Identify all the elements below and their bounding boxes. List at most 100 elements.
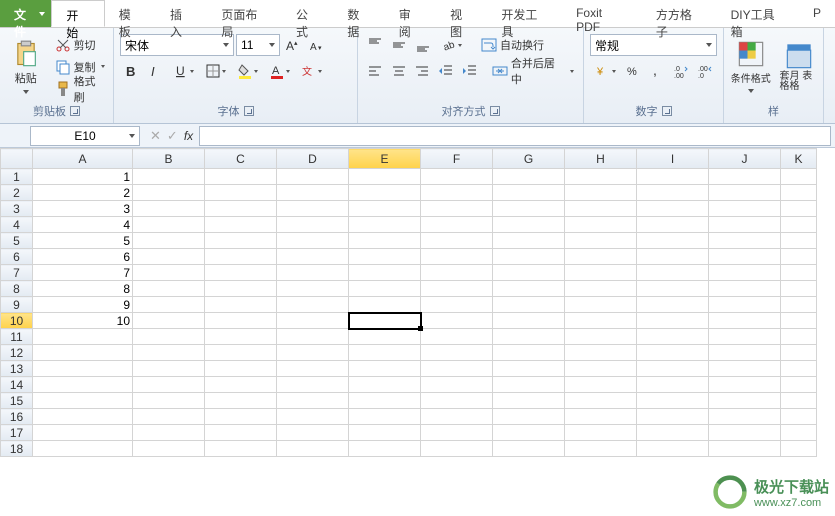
cell[interactable] (637, 201, 709, 217)
cell[interactable] (205, 313, 277, 329)
cell[interactable] (349, 409, 421, 425)
cell[interactable]: 9 (33, 297, 133, 313)
cell[interactable] (205, 265, 277, 281)
cell[interactable] (277, 345, 349, 361)
cell[interactable] (565, 361, 637, 377)
cell[interactable] (781, 281, 817, 297)
cell[interactable] (637, 265, 709, 281)
cell[interactable] (781, 249, 817, 265)
cell[interactable] (277, 217, 349, 233)
menu-insert[interactable]: 插入 (156, 0, 207, 27)
cell[interactable] (349, 233, 421, 249)
cell[interactable] (637, 393, 709, 409)
menu-template[interactable]: 模板 (105, 0, 156, 27)
merge-center-button[interactable]: 合并后居中 (489, 60, 577, 82)
cell[interactable] (33, 393, 133, 409)
cell[interactable]: 2 (33, 185, 133, 201)
column-header[interactable]: C (205, 149, 277, 169)
cell[interactable] (205, 425, 277, 441)
cell[interactable] (781, 329, 817, 345)
cell[interactable] (421, 297, 493, 313)
row-header[interactable]: 5 (1, 233, 33, 249)
row-header[interactable]: 12 (1, 345, 33, 361)
menu-diy[interactable]: DIY工具箱 (717, 0, 799, 27)
cell[interactable] (493, 377, 565, 393)
cell[interactable] (565, 169, 637, 185)
format-table-button[interactable]: 套月 表格格 (779, 32, 819, 102)
cell[interactable] (781, 297, 817, 313)
cell[interactable] (781, 441, 817, 457)
cell[interactable] (637, 425, 709, 441)
row-header[interactable]: 15 (1, 393, 33, 409)
cell[interactable] (781, 217, 817, 233)
cell[interactable] (33, 345, 133, 361)
cell[interactable] (205, 345, 277, 361)
row-header[interactable]: 17 (1, 425, 33, 441)
cell[interactable] (565, 377, 637, 393)
cell[interactable] (277, 329, 349, 345)
cell[interactable] (133, 217, 205, 233)
cell[interactable] (421, 265, 493, 281)
cell[interactable] (637, 361, 709, 377)
cell[interactable] (781, 233, 817, 249)
cell[interactable] (709, 425, 781, 441)
cell[interactable] (33, 329, 133, 345)
cell[interactable] (205, 249, 277, 265)
cell[interactable] (637, 169, 709, 185)
cell[interactable] (349, 313, 421, 329)
cell[interactable] (133, 329, 205, 345)
cell[interactable] (421, 201, 493, 217)
format-painter-button[interactable]: 格式刷 (52, 78, 109, 100)
row-header[interactable]: 2 (1, 185, 33, 201)
cell[interactable] (709, 409, 781, 425)
cell[interactable] (709, 217, 781, 233)
cell[interactable] (205, 201, 277, 217)
column-header[interactable]: E (349, 149, 421, 169)
cell[interactable] (565, 441, 637, 457)
decrease-indent-button[interactable] (435, 60, 457, 82)
increase-decimal-button[interactable]: .0.00 (670, 60, 692, 82)
border-button[interactable] (200, 60, 230, 82)
cell[interactable] (277, 169, 349, 185)
cell[interactable] (565, 329, 637, 345)
cut-button[interactable]: 剪切 (52, 34, 109, 56)
cell[interactable] (349, 217, 421, 233)
cell[interactable] (421, 361, 493, 377)
align-center-button[interactable] (388, 60, 410, 82)
column-header[interactable]: G (493, 149, 565, 169)
bold-button[interactable]: B (120, 60, 142, 82)
cell[interactable] (421, 169, 493, 185)
cell[interactable] (493, 409, 565, 425)
cell[interactable] (637, 185, 709, 201)
menu-layout[interactable]: 页面布局 (207, 0, 282, 27)
cell[interactable] (421, 377, 493, 393)
cell[interactable] (565, 249, 637, 265)
font-color-button[interactable]: A (264, 60, 294, 82)
align-bottom-button[interactable] (412, 34, 434, 56)
cell[interactable] (709, 201, 781, 217)
cell[interactable] (493, 249, 565, 265)
cell[interactable] (709, 441, 781, 457)
cell[interactable] (277, 233, 349, 249)
cell[interactable] (709, 329, 781, 345)
menu-file[interactable]: 文件 (0, 0, 51, 27)
menu-formula[interactable]: 公式 (282, 0, 333, 27)
cell[interactable] (33, 361, 133, 377)
select-all-corner[interactable] (1, 149, 33, 169)
cell[interactable] (349, 441, 421, 457)
cell[interactable] (421, 441, 493, 457)
cell[interactable]: 5 (33, 233, 133, 249)
cell[interactable] (493, 217, 565, 233)
cell[interactable] (637, 329, 709, 345)
cell[interactable] (493, 233, 565, 249)
number-format-combo[interactable]: 常规 (590, 34, 717, 56)
cell[interactable] (205, 409, 277, 425)
cell[interactable] (781, 409, 817, 425)
cell[interactable] (565, 313, 637, 329)
cell[interactable] (205, 281, 277, 297)
column-header[interactable]: J (709, 149, 781, 169)
cell[interactable] (277, 281, 349, 297)
cell[interactable] (421, 313, 493, 329)
cell[interactable] (709, 265, 781, 281)
cell[interactable] (349, 329, 421, 345)
